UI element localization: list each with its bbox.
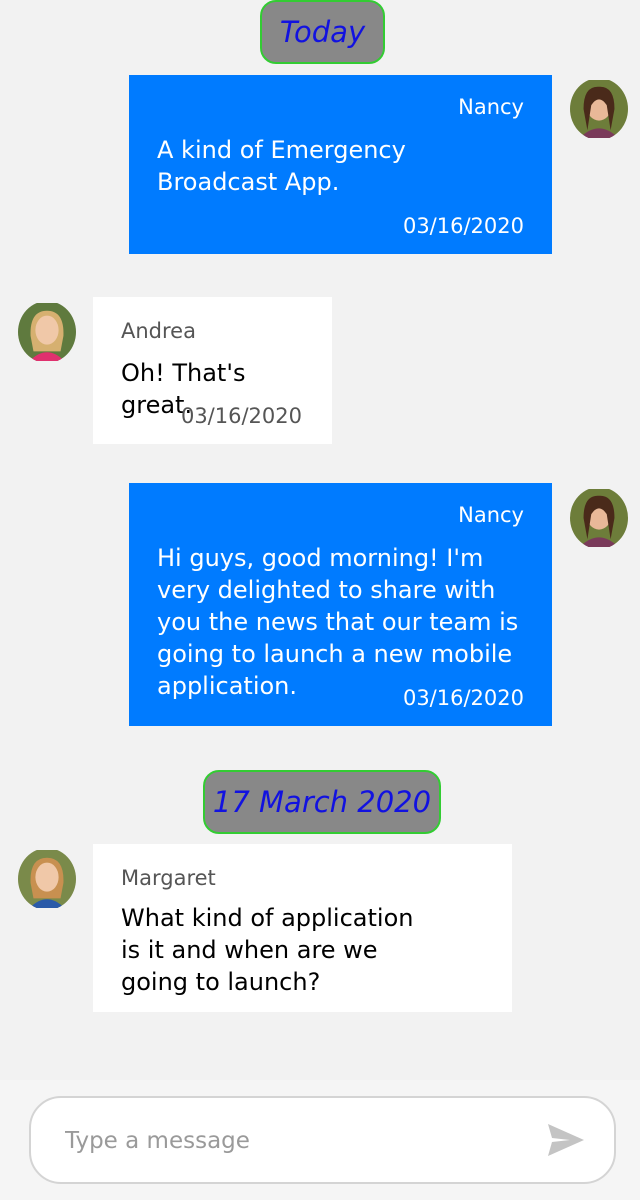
date-divider-17-march-2020: 17 March 2020 <box>203 770 441 834</box>
chat-screen: Today Nancy A kind of Emergency Broadcas… <box>0 0 640 1200</box>
message-text: What kind of application is it and when … <box>121 904 414 996</box>
date-divider-today: Today <box>260 0 385 64</box>
message-bubble-outgoing[interactable]: Nancy Hi guys, good morning! I'm very de… <box>129 483 552 726</box>
message-sender: Andrea <box>121 319 196 343</box>
message-text: A kind of Emergency Broadcast App. <box>157 136 406 196</box>
message-timestamp: 03/16/2020 <box>402 214 524 238</box>
message-bubble-outgoing[interactable]: Nancy A kind of Emergency Broadcast App.… <box>129 75 552 254</box>
message-sender: Nancy <box>458 95 524 119</box>
message-timestamp: 03/16/2020 <box>402 686 524 710</box>
message-input[interactable] <box>63 1118 537 1164</box>
send-button[interactable] <box>546 1122 586 1158</box>
avatar-nancy[interactable] <box>570 78 628 140</box>
avatar-nancy[interactable] <box>570 487 628 549</box>
avatar-andrea[interactable] <box>18 301 76 363</box>
message-composer <box>29 1096 616 1184</box>
avatar-margaret[interactable] <box>18 848 76 910</box>
date-divider-label: Today <box>279 15 366 49</box>
message-sender: Nancy <box>458 503 524 527</box>
date-divider-label: 17 March 2020 <box>212 785 432 819</box>
message-text: Hi guys, good morning! I'm very delighte… <box>157 544 519 700</box>
message-bubble-incoming[interactable]: Margaret What kind of application is it … <box>93 844 512 1012</box>
message-sender: Margaret <box>121 866 216 890</box>
send-icon <box>548 1124 584 1156</box>
message-timestamp: 03/16/2020 <box>180 404 302 428</box>
avatar-andrea-image <box>18 303 76 361</box>
avatar-nancy-image <box>570 489 628 547</box>
avatar-nancy-image <box>570 80 628 138</box>
avatar-margaret-image <box>18 850 76 908</box>
message-bubble-incoming[interactable]: Andrea Oh! That's great. 03/16/2020 <box>93 297 332 444</box>
